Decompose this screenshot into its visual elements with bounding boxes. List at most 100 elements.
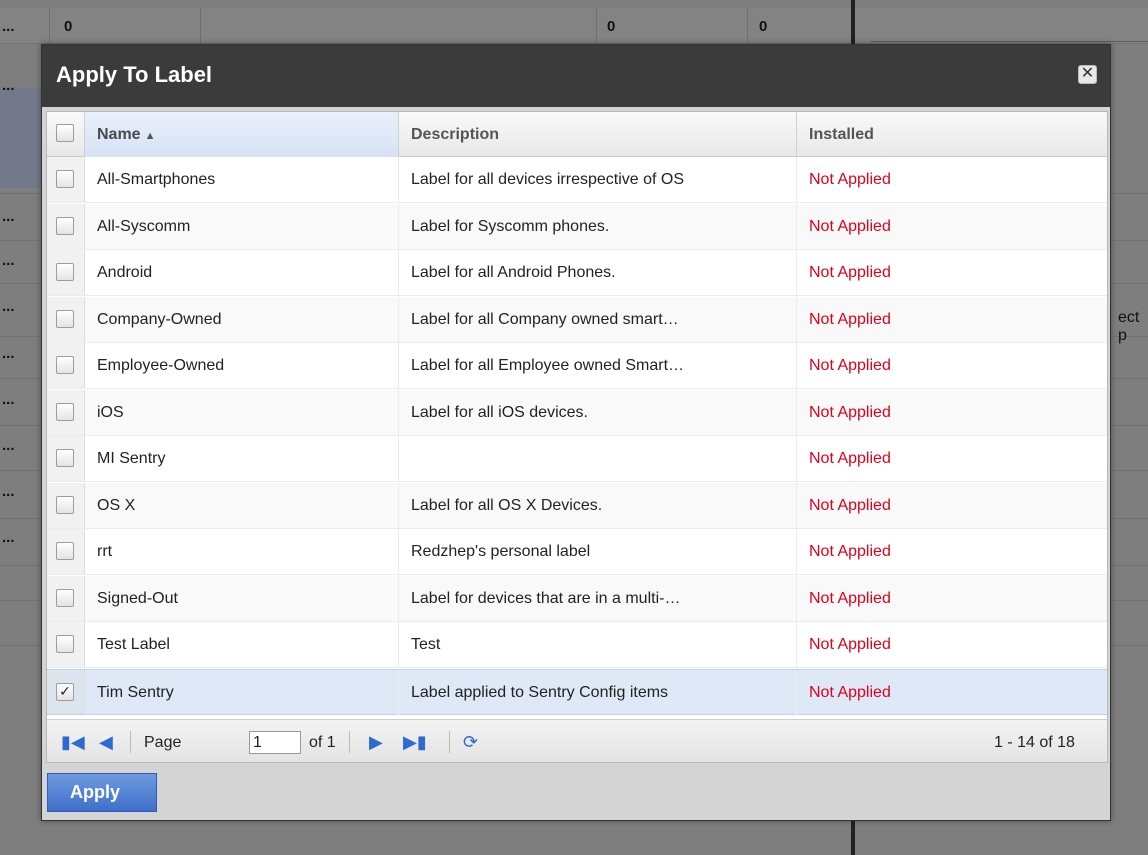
table-row[interactable]: OS X Label for all OS X Devices. Not Appli… (47, 482, 1107, 529)
row-checkbox[interactable] (56, 495, 74, 514)
installed-status-cell: Not Applied (809, 543, 891, 560)
labels-grid: Name ▲ Description Installed All-Smartpho… (46, 111, 1108, 763)
label-description-cell: Label for all Android Phones. (399, 250, 797, 295)
apply-button[interactable]: Apply (47, 773, 157, 812)
label-description-cell: Label applied to Sentry Config items (399, 669, 797, 715)
background-divider (596, 8, 597, 44)
installed-status-cell: Not Applied (809, 171, 891, 188)
row-checkbox[interactable] (56, 449, 74, 467)
label-name-cell: iOS (85, 389, 399, 435)
label-description-cell: Label for all Company owned smart… (399, 296, 797, 342)
background-cell-value: 0 (607, 18, 616, 35)
installed-status-cell: Not Applied (809, 403, 891, 421)
table-row[interactable]: rrt Redzhep's personal label Not Applied (47, 529, 1107, 575)
background-ellipsis: ... (2, 345, 15, 362)
apply-to-label-dialog: Apply To Label ✕ Name ▲ Description Insta… (41, 44, 1111, 821)
label-description-cell: Label for Syscomm phones. (399, 203, 797, 249)
background-ellipsis: ... (2, 437, 15, 454)
background-ellipsis: ... (2, 18, 15, 35)
row-checkbox-cell (47, 575, 85, 621)
background-ellipsis: ... (2, 298, 15, 315)
label-name-cell: Test Label (85, 622, 399, 667)
first-page-icon[interactable]: ▮◀ (61, 730, 85, 754)
grid-header: Name ▲ Description Installed (47, 112, 1107, 157)
refresh-icon[interactable]: ⟳ (463, 730, 478, 754)
row-checkbox[interactable] (56, 356, 74, 374)
table-row[interactable]: Employee-Owned Label for all Employee own… (47, 343, 1107, 389)
record-count: 1 - 14 of 18 (994, 734, 1075, 751)
background-ellipsis: ... (2, 252, 15, 269)
row-checkbox[interactable] (56, 402, 74, 421)
last-page-icon[interactable]: ▶▮ (403, 730, 427, 754)
row-checkbox[interactable] (56, 170, 74, 188)
column-header-installed[interactable]: Installed (797, 112, 1107, 157)
pager-divider (349, 731, 350, 753)
label-name-cell: OS X (85, 482, 399, 528)
label-name-cell: Android (85, 250, 399, 295)
row-checkbox-cell (47, 343, 85, 388)
installed-status-cell: Not Applied (809, 217, 891, 235)
row-checkbox-cell (47, 203, 85, 249)
installed-status-cell: Not Applied (809, 264, 891, 281)
page-label: Page (144, 734, 182, 751)
label-name-cell: Employee-Owned (85, 343, 399, 388)
background-divider (200, 8, 201, 44)
label-description-cell: Redzhep's personal label (399, 529, 797, 574)
row-checkbox[interactable] (56, 635, 74, 653)
label-description-cell: Label for devices that are in a multi-… (399, 575, 797, 621)
label-name-cell: Signed-Out (85, 575, 399, 621)
installed-status-cell: Not Applied (809, 450, 891, 467)
background-cell-value: 0 (759, 18, 768, 35)
installed-status-cell: Not Applied (809, 589, 891, 607)
label-name-cell: Company-Owned (85, 296, 399, 342)
table-row[interactable]: ✓ Tim Sentry Label applied to Sentry Confi… (47, 668, 1107, 715)
background-selected-row (0, 88, 42, 188)
row-checkbox[interactable] (56, 216, 74, 235)
label-name-cell: MI Sentry (85, 436, 399, 481)
background-top-row: 0 0 0 ... (0, 8, 1148, 44)
table-row[interactable]: Company-Owned Label for all Company owned… (47, 296, 1107, 343)
label-description-cell: Label for all devices irrespective of OS (399, 157, 797, 202)
table-row[interactable]: Test Label Test Not Applied (47, 622, 1107, 668)
pager-divider (130, 731, 131, 753)
page-number-input[interactable] (249, 731, 301, 754)
prev-page-icon[interactable]: ◀ (99, 730, 113, 754)
table-row[interactable]: Android Label for all Android Phones. Not … (47, 250, 1107, 296)
label-description-cell: Label for all iOS devices. (399, 389, 797, 435)
next-page-icon[interactable]: ▶ (369, 730, 383, 754)
background-ellipsis: ... (2, 483, 15, 500)
background-divider (747, 8, 748, 44)
page-total-label: of 1 (309, 734, 336, 751)
pagination-toolbar: ▮◀ ◀ Page of 1 ▶ ▶▮ ⟳ 1 - 14 of 18 (47, 719, 1107, 762)
label-name-cell: Tim Sentry (85, 669, 399, 715)
table-row[interactable]: All-Smartphones Label for all devices irr… (47, 157, 1107, 203)
installed-status-cell: Not Applied (809, 683, 891, 701)
table-row[interactable]: iOS Label for all iOS devices. Not Applied (47, 389, 1107, 436)
background-ellipsis: ... (2, 77, 15, 94)
column-header-description[interactable]: Description (399, 112, 797, 157)
row-checkbox-cell (47, 296, 85, 342)
background-ellipsis: ... (2, 529, 15, 546)
row-checkbox-cell (47, 389, 85, 435)
row-checkbox[interactable]: ✓ (56, 682, 74, 701)
label-description-cell: Test (399, 622, 797, 667)
row-checkbox[interactable] (56, 588, 74, 607)
table-row[interactable]: Signed-Out Label for devices that are in … (47, 575, 1107, 622)
table-row[interactable]: MI Sentry Not Applied (47, 436, 1107, 482)
row-checkbox-cell (47, 482, 85, 528)
background-side-text: ect p (1118, 309, 1140, 344)
row-checkbox[interactable] (56, 263, 74, 281)
close-icon[interactable]: ✕ (1078, 65, 1097, 84)
row-checkbox[interactable] (56, 542, 74, 560)
table-row[interactable]: All-Syscomm Label for Syscomm phones. Not … (47, 203, 1107, 250)
background-cell-value: 0 (64, 18, 73, 35)
installed-status-cell: Not Applied (809, 310, 891, 328)
label-name-cell: All-Smartphones (85, 157, 399, 202)
select-all-header (47, 112, 85, 157)
row-checkbox-cell (47, 250, 85, 295)
column-header-name[interactable]: Name ▲ (85, 112, 399, 157)
row-checkbox[interactable] (56, 309, 74, 328)
row-checkbox-cell (47, 436, 85, 481)
label-description-cell: Label for all OS X Devices. (399, 482, 797, 528)
select-all-checkbox[interactable] (56, 124, 74, 142)
